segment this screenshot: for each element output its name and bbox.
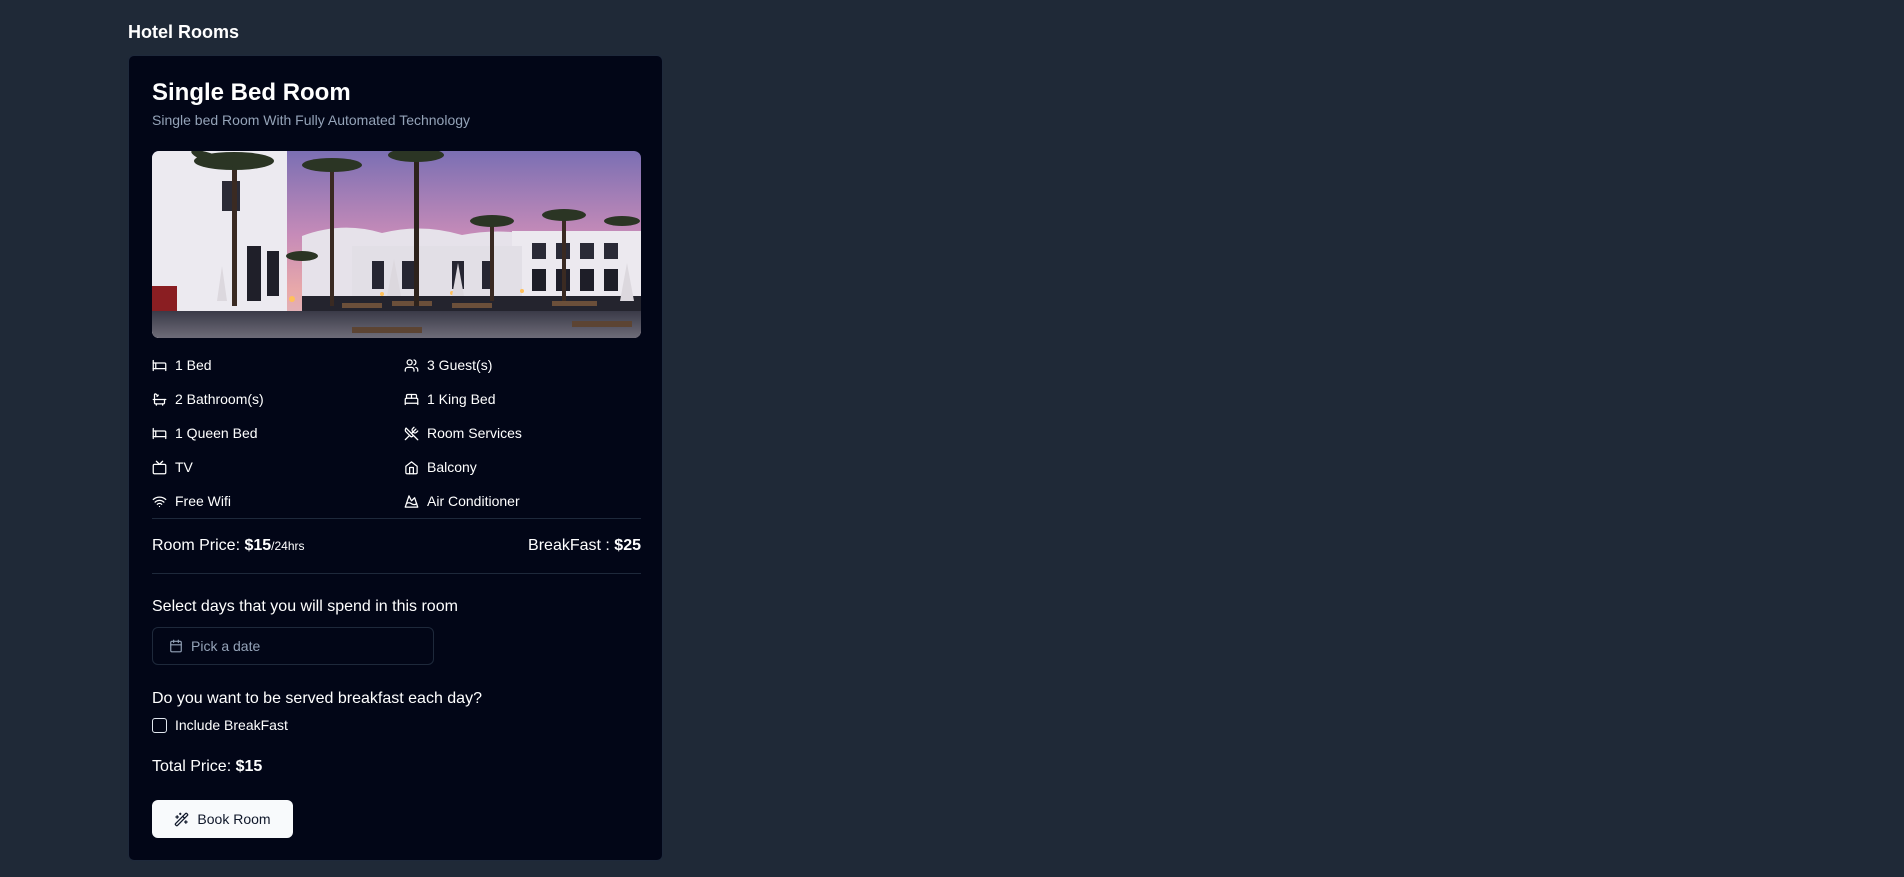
bed-icon xyxy=(152,427,167,439)
total-price-value: $15 xyxy=(235,758,263,775)
include-breakfast-row[interactable]: Include BreakFast xyxy=(152,717,640,733)
amenity-label: Room Services xyxy=(427,425,522,441)
breakfast-price-label: BreakFast : xyxy=(528,537,615,554)
amenity-item: 1 King Bed xyxy=(404,382,641,416)
include-breakfast-label[interactable]: Include BreakFast xyxy=(175,717,288,733)
amenity-item: 1 Bed xyxy=(152,348,404,382)
wifi-icon xyxy=(152,496,167,507)
date-placeholder: Pick a date xyxy=(191,638,261,654)
amenity-item: Balcony xyxy=(404,450,641,484)
price-row: Room Price: $15/24hrs BreakFast : $25 xyxy=(152,519,641,573)
bed-icon xyxy=(152,359,167,371)
room-price-value: $15 xyxy=(244,537,272,554)
total-price: Total Price: $15 xyxy=(152,758,640,776)
amenity-item: TV xyxy=(152,450,404,484)
calendar-icon xyxy=(170,639,182,653)
room-price: Room Price: $15/24hrs xyxy=(152,537,305,555)
amenity-label: 1 King Bed xyxy=(427,391,496,407)
bath-icon xyxy=(152,392,167,406)
amenity-label: 1 Bed xyxy=(175,357,212,373)
book-room-button[interactable]: Book Room xyxy=(152,800,293,838)
amenity-label: Air Conditioner xyxy=(427,493,520,509)
amenity-item: Free Wifi xyxy=(152,484,404,518)
room-price-unit: /24hrs xyxy=(271,539,305,553)
bed-double-icon xyxy=(404,393,419,405)
date-picker-button[interactable]: Pick a date xyxy=(152,627,434,665)
amenity-item: 1 Queen Bed xyxy=(152,416,404,450)
home-icon xyxy=(405,460,418,474)
room-price-label: Room Price: xyxy=(152,537,245,554)
amenity-label: Free Wifi xyxy=(175,493,231,509)
room-card: Single Bed Room Single bed Room With Ful… xyxy=(128,55,663,861)
breakfast-question: Do you want to be served breakfast each … xyxy=(152,690,482,707)
amenity-item: 2 Bathroom(s) xyxy=(152,382,404,416)
breakfast-price: BreakFast : $25 xyxy=(528,537,641,555)
wand-sparkles-icon xyxy=(175,812,189,826)
days-label: Select days that you will spend in this … xyxy=(152,598,458,615)
amenities-list: 1 Bed 3 Guest(s) 2 Bathroom(s) 1 King Be… xyxy=(152,348,640,518)
amenity-label: Balcony xyxy=(427,459,477,475)
room-photo xyxy=(152,151,641,338)
amenity-item: Air Conditioner xyxy=(404,484,641,518)
amenity-label: TV xyxy=(175,459,193,475)
divider xyxy=(152,573,641,574)
include-breakfast-checkbox[interactable] xyxy=(152,717,167,733)
tv-icon xyxy=(152,460,167,474)
breakfast-price-value: $25 xyxy=(614,537,641,554)
room-subtitle: Single bed Room With Fully Automated Tec… xyxy=(152,112,471,128)
page-heading: Hotel Rooms xyxy=(128,22,240,42)
utensils-crossed-icon xyxy=(404,426,419,440)
amenity-label: 3 Guest(s) xyxy=(427,357,493,373)
book-room-label[interactable]: Book Room xyxy=(197,811,270,827)
amenity-label: 2 Bathroom(s) xyxy=(175,391,264,407)
amenity-item: 3 Guest(s) xyxy=(404,348,641,382)
amenity-item: Room Services xyxy=(404,416,641,450)
users-icon xyxy=(404,358,419,372)
amenity-label: 1 Queen Bed xyxy=(175,425,258,441)
room-title: Single Bed Room xyxy=(152,79,351,106)
total-price-label: Total Price: xyxy=(152,758,236,775)
air-conditioner-icon xyxy=(404,494,419,508)
